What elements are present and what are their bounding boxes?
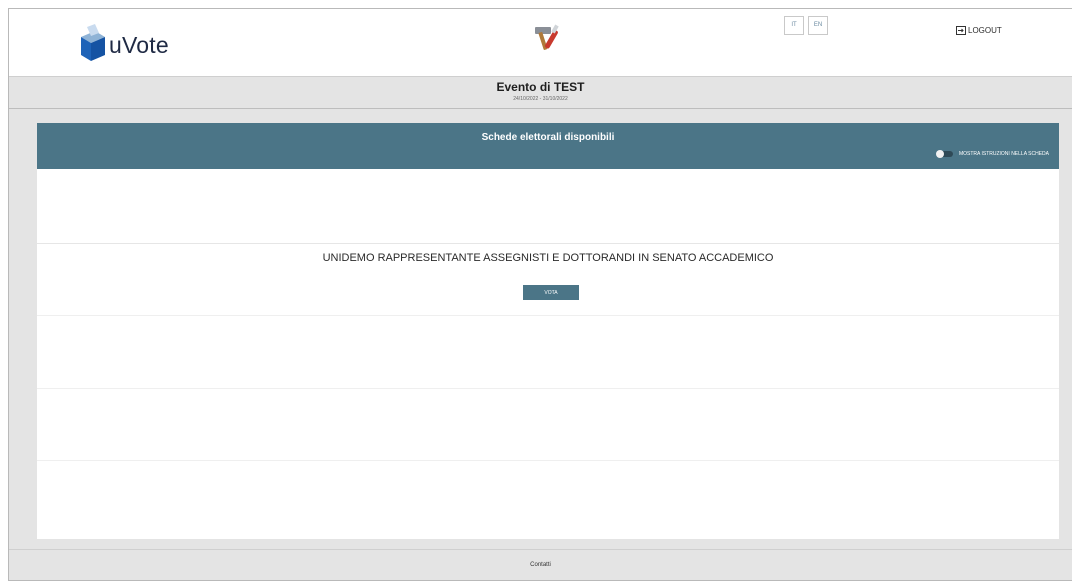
logout-icon xyxy=(956,26,966,35)
ballots-panel-title: Schede elettorali disponibili xyxy=(481,132,615,143)
logo-text: uVote xyxy=(109,32,169,58)
instructions-toggle-row: MOSTRA ISTRUZIONI NELLA SCHEDA xyxy=(935,150,1049,158)
lang-en-button[interactable]: EN xyxy=(808,16,828,35)
tools-icon xyxy=(531,23,565,58)
footer: Contatti xyxy=(9,549,1072,580)
logout-label: LOGOUT xyxy=(968,26,1002,35)
ballots-panel-header: Schede elettorali disponibili MOSTRA IST… xyxy=(37,123,1059,169)
instructions-toggle-label: MOSTRA ISTRUZIONI NELLA SCHEDA xyxy=(958,151,1049,157)
ballots-panel: Schede elettorali disponibili MOSTRA IST… xyxy=(37,123,1059,539)
event-title: Evento di TEST xyxy=(496,80,585,94)
separator xyxy=(37,460,1059,461)
separator xyxy=(37,315,1059,316)
logo[interactable]: uVote xyxy=(77,21,197,65)
ballot-box-icon xyxy=(81,24,105,61)
app-window: uVote IT EN LOGOUT Evento di TEST 24/10/… xyxy=(8,8,1072,581)
ballot-title: UNIDEMO RAPPRESENTANTE ASSEGNISTI E DOTT… xyxy=(322,252,774,264)
event-bar: Evento di TEST 24/10/2022 - 31/10/2022 xyxy=(9,77,1072,109)
ballots-card-top xyxy=(37,169,1059,244)
toggle-knob xyxy=(935,150,944,158)
separator xyxy=(37,388,1059,389)
contacts-link[interactable]: Contatti xyxy=(530,562,551,568)
logout-button[interactable]: LOGOUT xyxy=(956,26,1002,35)
instructions-toggle[interactable] xyxy=(935,150,953,158)
vote-button[interactable]: VOTA xyxy=(523,285,579,300)
lang-it-button[interactable]: IT xyxy=(784,16,804,35)
top-header: uVote IT EN LOGOUT xyxy=(9,9,1072,77)
event-dates: 24/10/2022 - 31/10/2022 xyxy=(513,96,568,102)
